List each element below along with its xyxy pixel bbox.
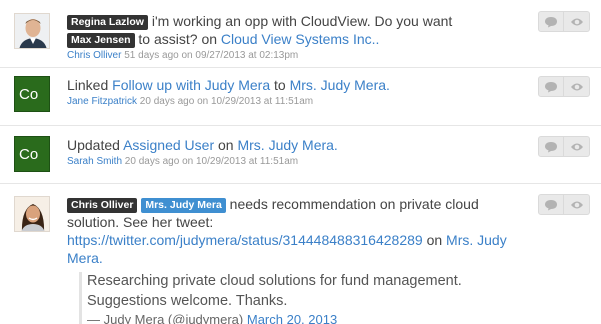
post-text: Updated [67, 137, 124, 153]
watch-button[interactable] [564, 11, 590, 32]
comment-icon [545, 16, 557, 27]
avatar-initials: Co [19, 146, 39, 163]
watch-button[interactable] [564, 76, 590, 97]
record-link[interactable]: Follow up with Judy Mera [112, 77, 270, 93]
eye-icon [570, 201, 583, 208]
post-text: on [422, 232, 447, 248]
contact-link[interactable]: Mrs. Judy Mera. [237, 137, 337, 153]
post-text: to assist? on [134, 31, 221, 47]
feed-item-content: Chris Olliver Mrs. Judy Mera needs recom… [67, 195, 511, 324]
comment-icon [545, 199, 557, 210]
post-text: i'm working an opp with CloudView. Do yo… [147, 13, 453, 29]
watch-button[interactable] [564, 194, 590, 215]
eye-icon [570, 143, 583, 150]
avatar[interactable] [14, 196, 50, 232]
mention-tag[interactable]: Max Jensen [67, 33, 135, 48]
avatar-initials: Co [19, 86, 39, 103]
post-meta: Sarah Smith 20 days ago on 10/29/2013 at… [67, 155, 511, 169]
field-link[interactable]: Assigned User [123, 137, 214, 153]
mention-tag[interactable]: Chris Olliver [67, 198, 138, 213]
feed-item-content: Regina Lazlow i'm working an opp with Cl… [67, 12, 511, 63]
item-actions [538, 194, 590, 215]
avatar[interactable] [14, 13, 50, 49]
feed-item: Co Updated Assigned User on Mrs. Judy Me… [0, 126, 601, 184]
tweet-author: — Judy Mera (@judymera) [87, 312, 247, 324]
feed-item-content: Linked Follow up with Judy Mera to Mrs. … [67, 76, 511, 109]
item-actions [538, 11, 590, 32]
comment-icon [545, 141, 557, 152]
tweet-attribution: — Judy Mera (@judymera) March 20, 2013 [87, 311, 511, 324]
comment-button[interactable] [538, 194, 564, 215]
mention-tag[interactable]: Regina Lazlow [67, 15, 148, 30]
embedded-tweet: Researching private cloud solutions for … [79, 272, 511, 324]
author-link[interactable]: Sarah Smith [67, 156, 122, 167]
watch-button[interactable] [564, 136, 590, 157]
record-link[interactable]: Cloud View Systems Inc.. [221, 31, 379, 47]
post-text: on [214, 137, 238, 153]
avatar-photo [15, 14, 49, 48]
post-meta: Chris Olliver 51 days ago on 09/27/2013 … [67, 49, 511, 63]
author-link[interactable]: Jane Fitzpatrick [67, 96, 137, 107]
post-text: Linked [67, 77, 113, 93]
tweet-text-line: Suggestions welcome. Thanks. [87, 292, 288, 309]
contact-link[interactable]: Mrs. Judy Mera. [290, 77, 390, 93]
comment-icon [545, 81, 557, 92]
item-actions [538, 136, 590, 157]
post-meta: Jane Fitzpatrick 20 days ago on 10/29/20… [67, 95, 511, 109]
avatar[interactable]: Co [14, 136, 50, 172]
timestamp: 20 days ago on 10/29/2013 at 11:51am [122, 156, 299, 167]
feed-item: Regina Lazlow i'm working an opp with Cl… [0, 0, 601, 68]
comment-button[interactable] [538, 136, 564, 157]
comment-button[interactable] [538, 11, 564, 32]
author-link[interactable]: Chris Olliver [67, 50, 121, 61]
feed-item: Co Linked Follow up with Judy Mera to Mr… [0, 68, 601, 126]
eye-icon [570, 18, 583, 25]
post-text: to [270, 77, 290, 93]
eye-icon [570, 83, 583, 90]
record-tag[interactable]: Mrs. Judy Mera [141, 198, 226, 213]
item-actions [538, 76, 590, 97]
tweet-text-line: Researching private cloud solutions for … [87, 273, 462, 289]
avatar-photo [15, 197, 49, 231]
feed-item-content: Updated Assigned User on Mrs. Judy Mera.… [67, 136, 511, 169]
comment-button[interactable] [538, 76, 564, 97]
tweet-url-link[interactable]: https://twitter.com/judymera/status/3144… [67, 232, 423, 248]
timestamp: 51 days ago on 09/27/2013 at 02:13pm [121, 50, 299, 61]
tweet-date-link[interactable]: March 20, 2013 [247, 312, 337, 324]
timestamp: 20 days ago on 10/29/2013 at 11:51am [137, 96, 314, 107]
avatar[interactable]: Co [14, 76, 50, 112]
feed-item: Chris Olliver Mrs. Judy Mera needs recom… [0, 184, 601, 324]
